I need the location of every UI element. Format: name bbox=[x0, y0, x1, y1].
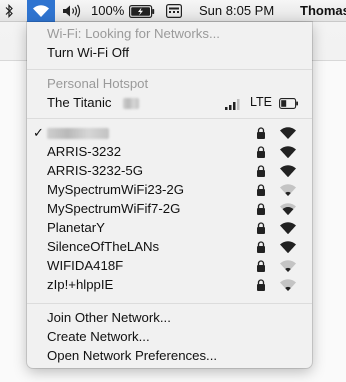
network-item[interactable]: MySpectrumWiFif7-2G bbox=[27, 200, 312, 219]
wifi-strength-icon bbox=[279, 145, 297, 162]
network-name: SilenceOfTheLANs bbox=[47, 239, 160, 254]
lock-icon bbox=[256, 241, 266, 256]
hotspot-header: Personal Hotspot bbox=[27, 75, 312, 94]
connected-network-item[interactable]: ✓ bbox=[27, 124, 312, 143]
lock-icon bbox=[256, 260, 266, 275]
wifi-strength-icon bbox=[279, 259, 297, 276]
checkmark-icon: ✓ bbox=[33, 125, 44, 140]
clock[interactable]: Sun 8:05 PM bbox=[199, 3, 274, 18]
network-name: MySpectrumWiFif7-2G bbox=[47, 201, 181, 216]
create-network-item[interactable]: Create Network... bbox=[27, 328, 312, 347]
turn-wifi-off-item[interactable]: Turn Wi-Fi Off bbox=[27, 44, 312, 63]
battery-percent[interactable]: 100% bbox=[91, 3, 124, 18]
network-name: ARRIS-3232-5G bbox=[47, 163, 144, 178]
network-item[interactable]: PlanetarY bbox=[27, 219, 312, 238]
wifi-strength-icon bbox=[279, 278, 297, 295]
wifi-strength-icon bbox=[279, 240, 297, 257]
network-item[interactable]: WIFIDA418F bbox=[27, 257, 312, 276]
hotspot-name: The Titanic bbox=[47, 95, 112, 110]
menu-bar: 100% Sun 8:05 PM Thomas bbox=[0, 0, 346, 22]
wifi-icon[interactable] bbox=[27, 0, 55, 22]
wifi-strength-icon bbox=[279, 164, 297, 181]
network-name: zIp!+hlppIE bbox=[47, 277, 114, 292]
cellular-signal-icon bbox=[225, 98, 241, 113]
menu-separator bbox=[27, 303, 312, 304]
turn-wifi-off-label: Turn Wi-Fi Off bbox=[47, 45, 130, 60]
create-network-label: Create Network... bbox=[47, 329, 150, 344]
network-item[interactable]: zIp!+hlppIE bbox=[27, 276, 312, 295]
wifi-status-label: Wi-Fi: Looking for Networks... bbox=[47, 26, 220, 41]
bluetooth-icon[interactable] bbox=[0, 0, 18, 22]
lock-icon bbox=[256, 279, 266, 294]
lock-icon bbox=[256, 127, 266, 142]
hotspot-item[interactable]: The Titanic LTE bbox=[27, 94, 312, 113]
network-name: WIFIDA418F bbox=[47, 258, 124, 273]
keyboard-viewer-icon[interactable] bbox=[164, 0, 184, 22]
wifi-status: Wi-Fi: Looking for Networks... bbox=[27, 25, 312, 44]
user-name[interactable]: Thomas bbox=[300, 3, 346, 18]
open-network-preferences-label: Open Network Preferences... bbox=[47, 348, 218, 363]
hotspot-battery-icon bbox=[279, 97, 299, 112]
join-other-network-label: Join Other Network... bbox=[47, 310, 171, 325]
wifi-strength-icon bbox=[279, 202, 297, 219]
lock-icon bbox=[256, 184, 266, 199]
redacted-network-name bbox=[47, 128, 109, 139]
battery-charging-icon[interactable] bbox=[128, 0, 156, 22]
wifi-strength-icon bbox=[279, 183, 297, 200]
volume-icon[interactable] bbox=[60, 0, 84, 22]
network-name: ARRIS-3232 bbox=[47, 144, 122, 159]
network-name: MySpectrumWiFi23-2G bbox=[47, 182, 185, 197]
hotspot-network-type: LTE bbox=[250, 95, 272, 109]
lock-icon bbox=[256, 222, 266, 237]
menu-separator bbox=[27, 118, 312, 119]
network-item[interactable]: ARRIS-3232-5G bbox=[27, 162, 312, 181]
wifi-menu: Wi-Fi: Looking for Networks... Turn Wi-F… bbox=[27, 22, 312, 368]
network-item[interactable]: SilenceOfTheLANs bbox=[27, 238, 312, 257]
wifi-strength-icon bbox=[279, 221, 297, 238]
lock-icon bbox=[256, 165, 266, 180]
wifi-strength-icon bbox=[279, 126, 297, 143]
menu-separator bbox=[27, 69, 312, 70]
open-network-preferences-item[interactable]: Open Network Preferences... bbox=[27, 347, 312, 366]
lock-icon bbox=[256, 146, 266, 161]
network-item[interactable]: ARRIS-3232 bbox=[27, 143, 312, 162]
join-other-network-item[interactable]: Join Other Network... bbox=[27, 309, 312, 328]
network-item[interactable]: MySpectrumWiFi23-2G bbox=[27, 181, 312, 200]
hotspot-header-label: Personal Hotspot bbox=[47, 76, 149, 91]
redacted-text bbox=[123, 98, 139, 109]
network-name: PlanetarY bbox=[47, 220, 105, 235]
lock-icon bbox=[256, 203, 266, 218]
